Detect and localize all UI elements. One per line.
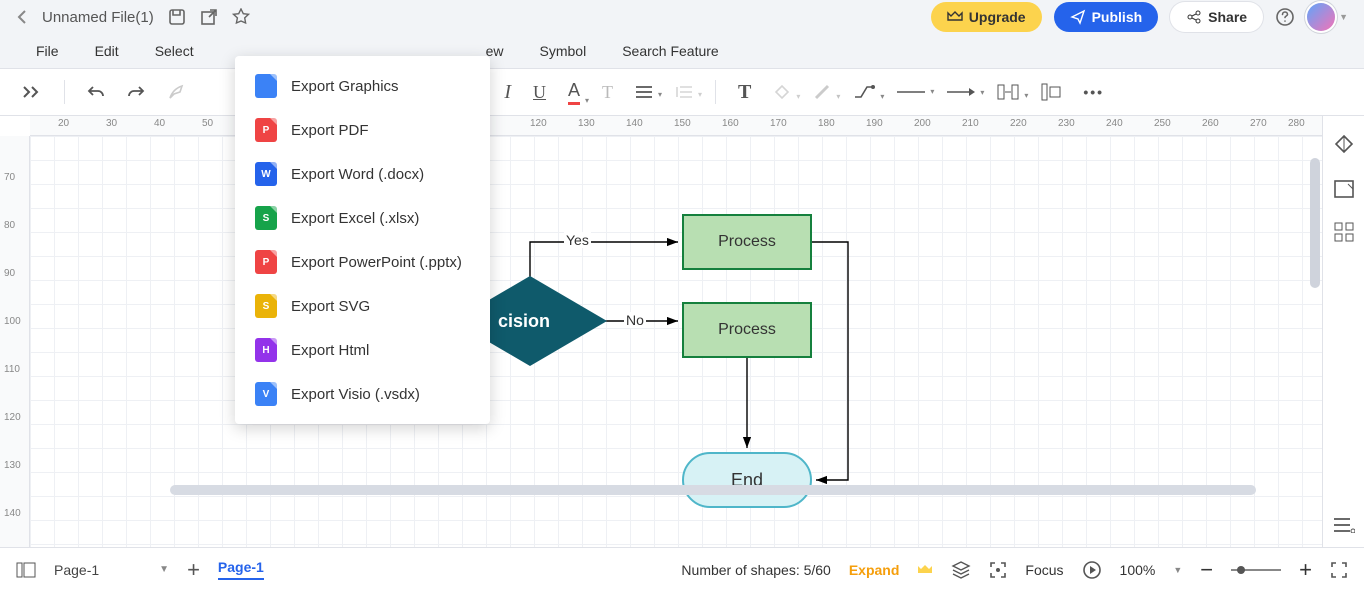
menu-file[interactable]: File [36,43,59,59]
strikethrough-icon[interactable]: T [602,82,613,103]
crown-icon [917,564,933,576]
bottom-bar: Page-1▼ + Page-1 Number of shapes: 5/60 … [0,547,1364,591]
export-svg[interactable]: SExport SVG [235,284,490,328]
help-icon[interactable] [1275,7,1295,27]
share-label: Share [1208,9,1247,25]
fill-icon[interactable]: ▾ [773,83,791,101]
text-tool-icon[interactable]: T [738,81,751,104]
title-bar: Unnamed File(1) Upgrade Publish Share ▼ [0,0,1364,34]
text-color-icon[interactable]: A▾ [568,80,580,105]
upgrade-button[interactable]: Upgrade [931,2,1042,32]
export-excel[interactable]: SExport Excel (.xlsx) [235,196,490,240]
undo-icon[interactable] [87,84,105,100]
export-menu: Export Graphics PExport PDF WExport Word… [235,56,490,424]
edge-no: No [624,312,646,328]
export-graphics[interactable]: Export Graphics [235,64,490,108]
play-icon[interactable] [1082,560,1102,580]
fullscreen-icon[interactable] [1330,561,1348,579]
file-name[interactable]: Unnamed File(1) [42,10,154,25]
menu-symbol[interactable]: Symbol [540,43,587,59]
shape-process-2[interactable]: Process [682,302,812,358]
italic-icon[interactable]: I [504,81,511,104]
theme-icon[interactable] [1333,134,1355,156]
shape-end[interactable]: End [682,452,812,508]
share-button[interactable]: Share [1170,2,1263,32]
expand-link[interactable]: Expand [849,562,900,578]
menu-search[interactable]: Search Feature [622,43,719,59]
zoom-level[interactable]: 100% [1120,562,1156,578]
position-icon[interactable] [1041,83,1061,101]
menu-bar: File Edit Select ew Symbol Search Featur… [0,34,1364,68]
publish-button[interactable]: Publish [1054,2,1159,32]
right-sidebar [1322,116,1364,547]
edge-yes: Yes [564,232,591,248]
focus-icon[interactable] [989,561,1007,579]
upgrade-label: Upgrade [969,9,1026,25]
shape-process-1[interactable]: Process [682,214,812,270]
star-icon[interactable] [232,8,250,26]
align-icon[interactable]: ▾ [635,85,653,99]
stroke-icon[interactable]: ▾ [813,83,831,101]
zoom-in[interactable]: + [1299,557,1312,583]
horiz-scrollbar[interactable] [170,485,1256,495]
line-height-icon[interactable]: ▾ [675,85,693,99]
export-word[interactable]: WExport Word (.docx) [235,152,490,196]
expand-right-icon[interactable] [22,85,42,99]
ruler-top: 20304050 1201301401501601701801902002102… [30,116,1322,136]
save-icon[interactable] [168,8,186,26]
layers-icon[interactable] [951,561,971,579]
add-page-icon[interactable]: + [187,557,200,583]
export-powerpoint[interactable]: PExport PowerPoint (.pptx) [235,240,490,284]
export-html[interactable]: HExport Html [235,328,490,372]
pages-panel-icon[interactable] [16,562,36,578]
back-icon[interactable] [16,10,28,24]
chevron-down-icon[interactable]: ▼ [1339,12,1348,22]
list-icon[interactable] [1333,517,1355,533]
grid-icon[interactable] [1334,222,1354,242]
spacing-icon[interactable]: ▾ [997,84,1019,100]
menu-select[interactable]: Select [155,43,194,59]
shapes-count: Number of shapes: 5/60 [681,562,830,578]
focus-label[interactable]: Focus [1025,562,1063,578]
line-style-icon[interactable]: ▾ [897,88,925,96]
zoom-slider[interactable] [1231,566,1281,574]
connector-icon[interactable]: ▾ [853,83,875,101]
export-pdf[interactable]: PExport PDF [235,108,490,152]
image-icon[interactable] [1333,178,1355,200]
redo-icon[interactable] [127,84,145,100]
canvas[interactable]: 20304050 1201301401501601701801902002102… [0,116,1322,547]
open-external-icon[interactable] [200,8,218,26]
page-select[interactable]: Page-1▼ [54,562,169,578]
more-icon[interactable]: ••• [1083,84,1104,100]
vert-scrollbar[interactable] [1310,158,1320,288]
publish-label: Publish [1092,9,1143,25]
zoom-out[interactable]: − [1200,557,1213,583]
brush-icon[interactable] [167,83,185,101]
ruler-left: 708090100110120130140 [0,136,30,547]
toolbar: B I U A▾ T ▾ ▾ T ▾ ▾ ▾ ▾ ▾ ▾ ••• [0,68,1364,116]
underline-icon[interactable]: U [533,82,546,103]
user-avatar[interactable] [1307,3,1335,31]
arrow-style-icon[interactable]: ▾ [947,87,975,97]
menu-edit[interactable]: Edit [95,43,119,59]
export-visio[interactable]: VExport Visio (.vsdx) [235,372,490,416]
page-tab[interactable]: Page-1 [218,559,264,580]
